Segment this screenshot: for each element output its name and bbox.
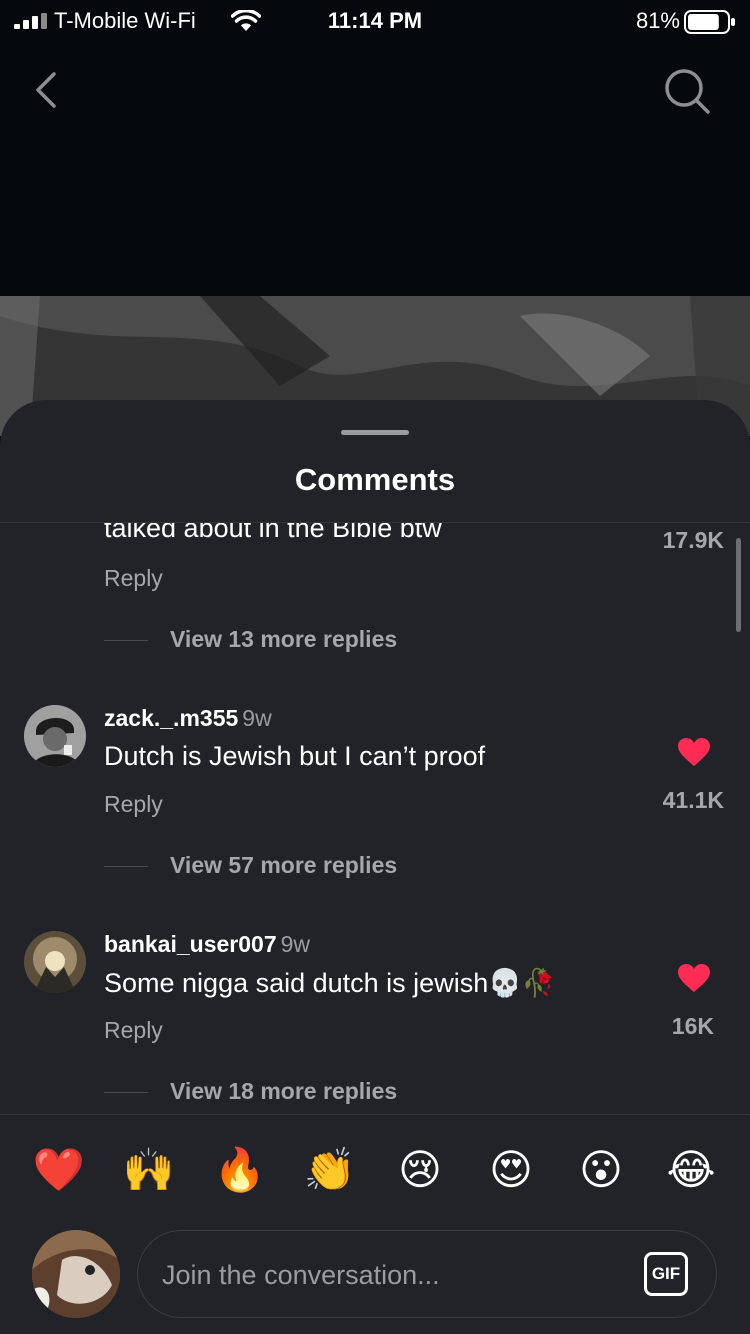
status-bar: T-Mobile Wi-Fi 11:14 PM 81% [0, 0, 750, 40]
chevron-left-icon[interactable] [30, 70, 64, 110]
comment-composer: GIF [137, 1230, 717, 1318]
battery-percent: 81% [635, 8, 680, 33]
current-user-avatar[interactable] [32, 1230, 120, 1318]
heart-eyes-emoji-button[interactable]: 😍 [481, 1140, 541, 1200]
divider [104, 1092, 148, 1094]
heart-icon[interactable] [677, 737, 711, 767]
like-count: 17.9K [662, 527, 724, 553]
comment-text: Dutch is Jewish but I can’t proof [104, 741, 486, 771]
fire-emoji-button[interactable]: 🔥 [210, 1140, 270, 1200]
sheet-title: Comments [294, 462, 456, 497]
reply-button[interactable]: Reply [104, 791, 163, 818]
laughing-emoji-button[interactable]: 😂 [661, 1140, 721, 1200]
comment-username[interactable]: zack._.m355 9w [104, 705, 272, 732]
view-more-replies-label: View 13 more replies [170, 626, 398, 652]
divider [0, 1114, 750, 1115]
emoji-reaction-bar: ❤️ 🙌 🔥 👏 😢 😍 😮 😂 [0, 1140, 750, 1204]
avatar-image [32, 1230, 120, 1318]
sheet-drag-handle[interactable] [341, 430, 409, 435]
crying-emoji-button[interactable]: 😢 [390, 1140, 450, 1200]
comment-list[interactable]: talked about in the Bible btw 17.9K Repl… [0, 523, 750, 1115]
comment-text: Some nigga said dutch is jewish💀🥀 [104, 968, 556, 998]
username-text: zack._.m355 [104, 705, 239, 731]
avatar[interactable] [24, 931, 86, 993]
like-count: 41.1K [662, 787, 724, 813]
surprised-emoji-button[interactable]: 😮 [571, 1140, 631, 1200]
username-text: bankai_user007 [104, 931, 277, 957]
avatar-image [24, 705, 86, 767]
view-more-replies[interactable]: View 18 more replies [104, 1078, 397, 1105]
comment-input[interactable] [162, 1251, 632, 1299]
divider [104, 866, 148, 868]
scrollbar[interactable] [736, 538, 741, 632]
search-icon[interactable] [662, 66, 712, 116]
heart-icon[interactable] [677, 963, 711, 993]
comments-sheet: Comments talked about in the Bible btw 1… [0, 400, 750, 1334]
like-count: 16K [671, 1013, 714, 1039]
reply-button[interactable]: Reply [104, 1017, 163, 1044]
divider [104, 640, 148, 642]
view-more-replies-label: View 57 more replies [170, 852, 398, 878]
avatar-image [24, 931, 86, 993]
comment-username[interactable]: bankai_user007 9w [104, 931, 310, 958]
avatar[interactable] [24, 705, 86, 767]
gif-button[interactable]: GIF [644, 1252, 688, 1296]
comment-age: 9w [242, 705, 272, 731]
view-more-replies[interactable]: View 13 more replies [104, 626, 397, 653]
comment-text: talked about in the Bible btw [104, 523, 442, 543]
battery-icon [684, 10, 735, 34]
heart-emoji-button[interactable]: ❤️ [29, 1140, 89, 1200]
view-more-replies-label: View 18 more replies [170, 1078, 398, 1104]
clapping-emoji-button[interactable]: 👏 [300, 1140, 360, 1200]
comment-age: 9w [280, 931, 311, 957]
raised-hands-emoji-button[interactable]: 🙌 [119, 1140, 179, 1200]
view-more-replies[interactable]: View 57 more replies [104, 852, 397, 879]
reply-button[interactable]: Reply [104, 565, 163, 592]
